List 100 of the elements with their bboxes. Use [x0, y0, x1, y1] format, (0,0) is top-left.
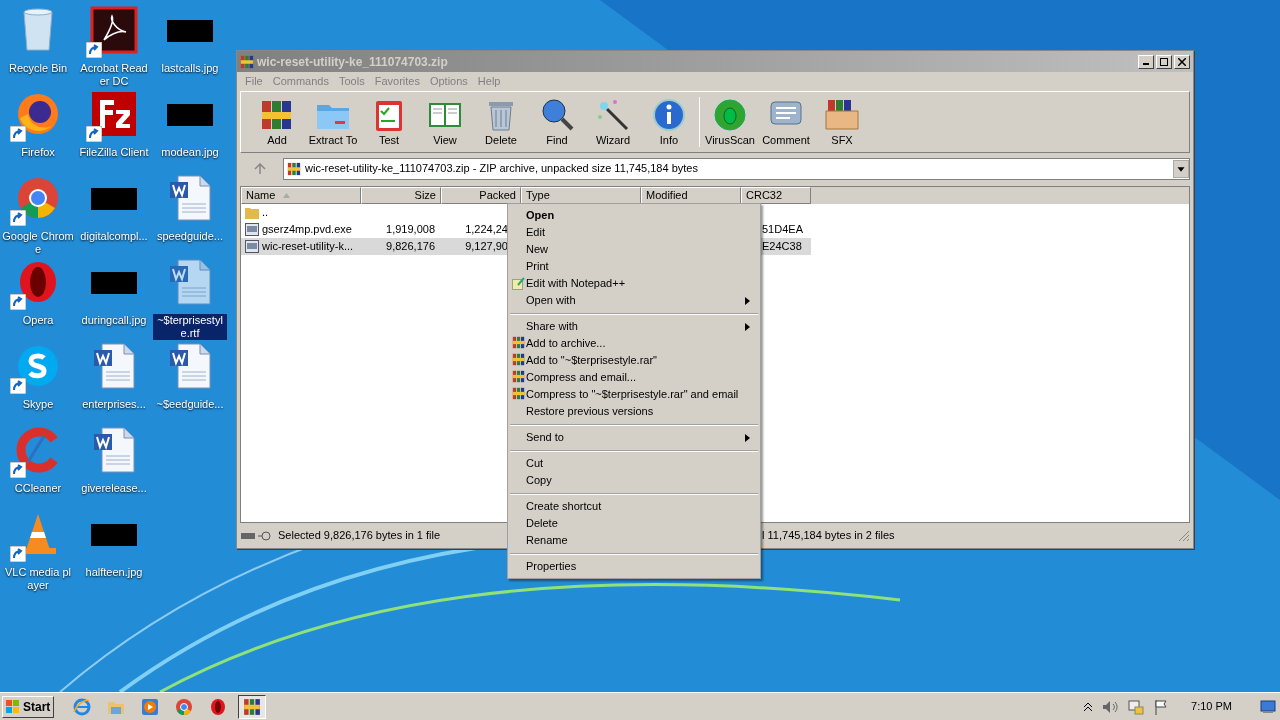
windows-logo-icon	[5, 698, 21, 715]
flag-icon[interactable]	[1153, 698, 1170, 715]
menu-item[interactable]: Send to	[510, 429, 758, 446]
menu-item[interactable]: New	[510, 241, 758, 258]
column-header[interactable]: Packed	[441, 187, 521, 204]
file-name: wic-reset-utility-k...	[262, 239, 354, 255]
menu-item[interactable]: Add to "~$terprisestyle.rar"	[510, 352, 758, 369]
column-header[interactable]: Size	[361, 187, 441, 204]
table-cell: 9,826,176	[386, 240, 435, 253]
menu-item[interactable]: Compress to "~$terprisestyle.rar" and email	[510, 386, 758, 403]
desktop-icon-label[interactable]: CCleaner	[1, 482, 75, 495]
menu-item[interactable]: Create shortcut	[510, 498, 758, 515]
menu-item[interactable]: Edit with Notepad++	[510, 275, 758, 292]
toolbar-button[interactable]: Info	[641, 97, 697, 147]
desktop-icon-label[interactable]: giverelease...	[77, 482, 151, 495]
toolbar-button[interactable]: Wizard	[585, 97, 641, 147]
magnifier-icon	[539, 97, 575, 133]
desktop-icon-label[interactable]: speedguide...	[153, 230, 227, 243]
toolbar-button[interactable]: Extract To	[305, 97, 361, 147]
desktop-icon-label[interactable]: lastcalls.jpg	[153, 62, 227, 75]
show-desktop-icon[interactable]	[1260, 699, 1276, 714]
menu-item[interactable]: Copy	[510, 472, 758, 489]
program-file-icon	[245, 223, 259, 236]
menu-item[interactable]: Cut	[510, 455, 758, 472]
menu-item[interactable]: Open with	[510, 292, 758, 309]
file-name: ..	[262, 205, 269, 221]
network-icon[interactable]	[1127, 698, 1146, 715]
toolbar-button[interactable]: Add	[249, 97, 305, 147]
menu-item[interactable]: Add to archive...	[510, 335, 758, 352]
desktop-icon-label[interactable]: modean.jpg	[153, 146, 227, 159]
status-text: Selected 9,826,176 bytes in 1 file	[278, 528, 441, 544]
resize-grip-icon	[1178, 529, 1190, 542]
menu-item[interactable]: Edit	[510, 224, 758, 241]
desktop-icon-label[interactable]: Skype	[1, 398, 75, 411]
maximize-icon	[1160, 57, 1168, 66]
menu-item[interactable]: Rename	[510, 532, 758, 549]
play-icon	[141, 697, 159, 716]
toolbar-button[interactable]: SFX	[814, 97, 870, 147]
desktop-icon-label[interactable]: duringcall.jpg	[77, 314, 151, 327]
winrar-icon	[287, 161, 301, 176]
desktop-icon-label[interactable]: ~$eedguide...	[153, 398, 227, 411]
toolbar-button[interactable]: Find	[529, 97, 585, 147]
status-text: l 11,745,184 bytes in 2 files	[762, 528, 895, 544]
toolbar-button[interactable]: Delete	[473, 97, 529, 147]
box-icon	[824, 97, 860, 133]
desktop-icon-label[interactable]: digitalcompl...	[77, 230, 151, 243]
start-button[interactable]: Start	[2, 695, 54, 718]
redacted-thumbnail	[91, 188, 137, 210]
magic-wand-icon	[595, 97, 631, 133]
clock[interactable]: 7:10 PM	[1191, 698, 1232, 715]
redacted-thumbnail	[167, 20, 213, 42]
menu-item[interactable]: Open	[510, 207, 758, 224]
notepad-icon	[512, 277, 525, 290]
desktop-icon-label[interactable]: enterprises...	[77, 398, 151, 411]
table-cell-text: 1,224,24	[465, 222, 508, 238]
toolbar-button[interactable]: VirusScan	[702, 97, 758, 147]
info-icon	[651, 97, 687, 133]
address-field[interactable]: wic-reset-utility-ke_111074703.zip - ZIP archive, unpacked size 11,745,184 bytes	[283, 157, 1190, 180]
table-cell: 1,919,008	[386, 223, 435, 236]
chevron-up-icon[interactable]	[1083, 701, 1094, 712]
bug-icon	[712, 97, 748, 133]
winrar-icon	[240, 54, 254, 69]
desktop-icon-label[interactable]: Recycle Bin	[1, 62, 75, 75]
redacted-thumbnail	[167, 104, 213, 126]
menu-item[interactable]: Share with	[510, 318, 758, 335]
menu-item[interactable]: Compress and email...	[510, 369, 758, 386]
toolbar-button[interactable]: Comment	[758, 97, 814, 147]
redacted-thumbnail	[91, 272, 137, 294]
minimize-button[interactable]	[1138, 54, 1154, 69]
toolbar-button[interactable]: View	[417, 97, 473, 147]
menu-item[interactable]: Properties	[510, 558, 758, 575]
menu-item[interactable]: Delete	[510, 515, 758, 532]
desktop-icon-label[interactable]: FileZilla Client	[77, 146, 151, 159]
close-button[interactable]	[1174, 54, 1190, 69]
table-cell: 51D4EA	[762, 223, 803, 236]
toolbar-button[interactable]: Test	[361, 97, 417, 147]
desktop-icon-label[interactable]: Acrobat Reader DC	[77, 62, 151, 88]
desktop-icon-label[interactable]: Google Chrome	[1, 230, 75, 256]
winrar-icon	[512, 353, 525, 366]
program-file-icon	[245, 240, 259, 253]
acrobat-icon	[90, 6, 138, 54]
table-cell: E24C38	[762, 240, 802, 253]
column-header[interactable]: Name	[241, 187, 361, 204]
up-arrow-icon	[254, 162, 266, 175]
desktop-icon-label[interactable]: Firefox	[1, 146, 75, 159]
minimize-icon	[1143, 63, 1149, 65]
menu-item[interactable]: Restore previous versions	[510, 403, 758, 420]
internet-explorer-icon	[73, 697, 91, 716]
desktop-icon-label[interactable]: Opera	[1, 314, 75, 327]
winrar-icon	[512, 370, 525, 383]
menu-item[interactable]: Print	[510, 258, 758, 275]
desktop-icon-label[interactable]: ~$terprisestyle.rtf	[153, 314, 227, 340]
filezilla-icon	[90, 90, 138, 138]
winrar-icon	[243, 697, 261, 716]
sort-ascending-icon	[283, 193, 291, 198]
desktop-icon-label[interactable]: halfteen.jpg	[77, 566, 151, 579]
folder-icon	[245, 206, 259, 219]
maximize-button[interactable]	[1156, 54, 1172, 69]
desktop-icon-label[interactable]: VLC media player	[1, 566, 75, 592]
taskbar-button[interactable]	[238, 694, 266, 719]
